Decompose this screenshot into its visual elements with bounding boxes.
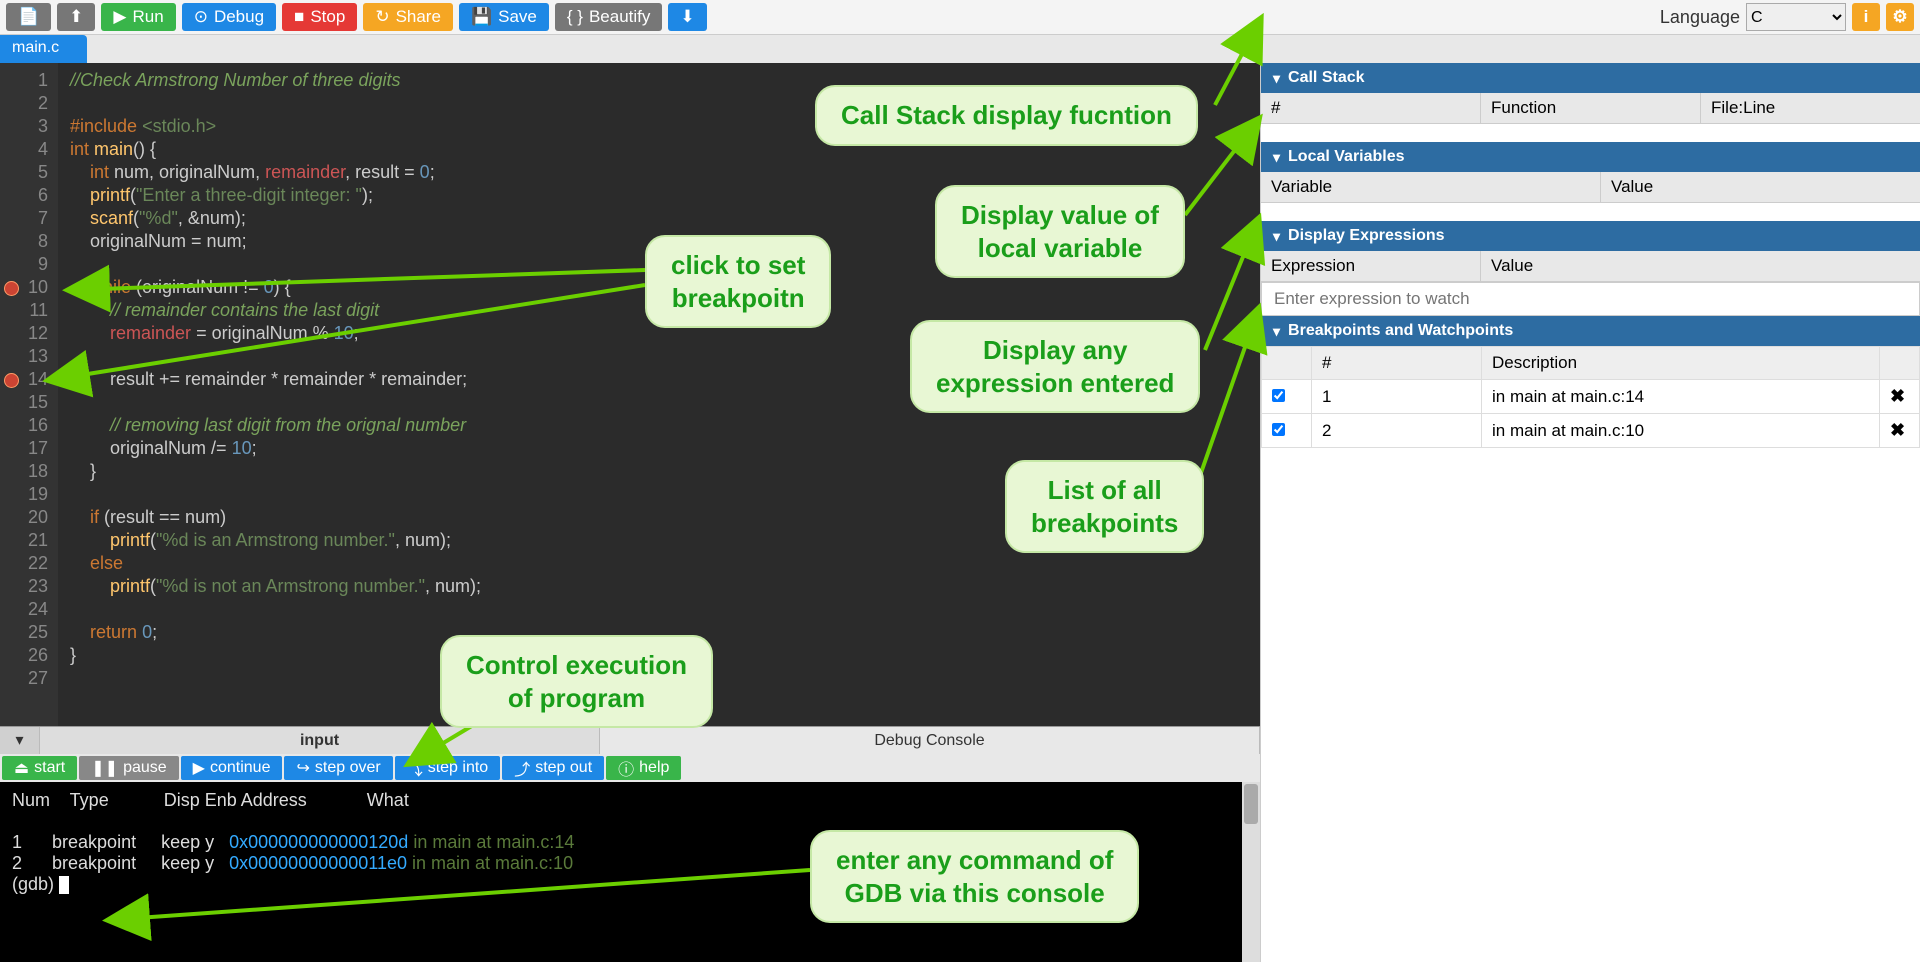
download-button[interactable]: ⬇ <box>668 3 706 31</box>
displayexpr-columns: Expression Value <box>1261 251 1920 282</box>
upload-icon: ⬆ <box>69 7 83 27</box>
editor-code[interactable]: //Check Armstrong Number of three digits… <box>58 63 493 726</box>
debug-button[interactable]: ⊙Debug <box>182 3 276 31</box>
input-tab[interactable]: input <box>40 727 600 754</box>
line-number[interactable]: 15 <box>6 391 48 414</box>
line-number[interactable]: 12 <box>6 322 48 345</box>
start-button[interactable]: ⏏start <box>2 756 77 780</box>
eject-icon: ⏏ <box>14 758 29 778</box>
bp-num: 1 <box>1312 380 1482 414</box>
share-icon: ↻ <box>375 7 389 27</box>
bug-icon: ⊙ <box>194 7 208 27</box>
line-number[interactable]: 16 <box>6 414 48 437</box>
line-number[interactable]: 18 <box>6 460 48 483</box>
gdb-console[interactable]: Num Type Disp Enb Address What 1 breakpo… <box>0 782 1260 962</box>
save-button[interactable]: 💾Save <box>459 3 549 31</box>
download-icon: ⬇ <box>680 7 694 27</box>
line-number[interactable]: 8 <box>6 230 48 253</box>
bp-checkbox[interactable] <box>1272 423 1285 436</box>
bp-checkbox[interactable] <box>1272 389 1285 402</box>
debug-toolbar: ⏏start ❚❚pause ▶continue ↪step over ⤵ste… <box>0 754 1260 782</box>
debug-console-tab[interactable]: Debug Console <box>600 727 1260 754</box>
gear-icon: ⚙ <box>1892 7 1907 27</box>
line-number[interactable]: 22 <box>6 552 48 575</box>
breakpoints-header[interactable]: Breakpoints and Watchpoints <box>1261 316 1920 346</box>
step-out-button[interactable]: ⤴step out <box>502 756 604 780</box>
breakpoints-table: # Description 1in main at main.c:14✖2in … <box>1261 346 1920 448</box>
step-into-button[interactable]: ⤵step into <box>395 756 501 780</box>
top-toolbar: 📄 ⬆ ▶Run ⊙Debug ■Stop ↻Share 💾Save { }Be… <box>0 0 1920 35</box>
step-out-icon: ⤴ <box>514 756 530 780</box>
step-into-icon: ⤵ <box>407 756 423 780</box>
line-number[interactable]: 2 <box>6 92 48 115</box>
line-number[interactable]: 21 <box>6 529 48 552</box>
console-scrollbar[interactable] <box>1242 782 1260 962</box>
pause-button[interactable]: ❚❚pause <box>79 756 178 780</box>
bp-desc: in main at main.c:10 <box>1482 414 1880 448</box>
editor-gutter[interactable]: 1234567891011121314151617181920212223242… <box>0 63 58 726</box>
bp-num: 2 <box>1312 414 1482 448</box>
line-number[interactable]: 27 <box>6 667 48 690</box>
bp-delete[interactable]: ✖ <box>1890 420 1905 440</box>
expression-input[interactable] <box>1261 282 1920 316</box>
run-button[interactable]: ▶Run <box>101 3 175 31</box>
line-number[interactable]: 3 <box>6 115 48 138</box>
new-file-button[interactable]: 📄 <box>6 3 51 31</box>
info-button[interactable]: i <box>1852 3 1880 31</box>
help-button[interactable]: ⓘhelp <box>606 756 681 780</box>
language-label: Language <box>1660 7 1740 28</box>
callstack-columns: # Function File:Line <box>1261 93 1920 124</box>
line-number[interactable]: 20 <box>6 506 48 529</box>
info-icon: i <box>1864 7 1869 27</box>
beautify-button[interactable]: { }Beautify <box>555 3 663 31</box>
line-number[interactable]: 1 <box>6 69 48 92</box>
file-icon: 📄 <box>18 7 39 27</box>
localvars-header[interactable]: Local Variables <box>1261 142 1920 172</box>
pause-icon: ❚❚ <box>91 758 118 778</box>
bp-desc: in main at main.c:14 <box>1482 380 1880 414</box>
line-number[interactable]: 24 <box>6 598 48 621</box>
displayexpr-header[interactable]: Display Expressions <box>1261 221 1920 251</box>
console-dropdown[interactable]: ▾ <box>0 727 40 754</box>
line-number[interactable]: 10 <box>6 276 48 299</box>
console-tabs: ▾ input Debug Console <box>0 726 1260 754</box>
file-tab-main[interactable]: main.c <box>0 35 87 63</box>
upload-button[interactable]: ⬆ <box>57 3 95 31</box>
line-number[interactable]: 6 <box>6 184 48 207</box>
bp-delete[interactable]: ✖ <box>1890 386 1905 406</box>
step-over-icon: ↪ <box>296 758 309 778</box>
debug-panels: Call Stack # Function File:Line Local Va… <box>1260 63 1920 962</box>
info-icon: ⓘ <box>618 756 634 780</box>
stop-icon: ■ <box>294 7 304 27</box>
language-select[interactable]: C <box>1746 3 1846 31</box>
line-number[interactable]: 25 <box>6 621 48 644</box>
line-number[interactable]: 26 <box>6 644 48 667</box>
breakpoint-row: 1in main at main.c:14 ✖ <box>1262 380 1920 414</box>
settings-button[interactable]: ⚙ <box>1886 3 1914 31</box>
braces-icon: { } <box>567 7 583 27</box>
line-number[interactable]: 4 <box>6 138 48 161</box>
line-number[interactable]: 11 <box>6 299 48 322</box>
play-icon: ▶ <box>113 7 126 27</box>
line-number[interactable]: 9 <box>6 253 48 276</box>
file-tabs: main.c <box>0 35 1920 63</box>
line-number[interactable]: 5 <box>6 161 48 184</box>
line-number[interactable]: 17 <box>6 437 48 460</box>
save-icon: 💾 <box>471 7 492 27</box>
line-number[interactable]: 13 <box>6 345 48 368</box>
breakpoint-row: 2in main at main.c:10 ✖ <box>1262 414 1920 448</box>
stop-button[interactable]: ■Stop <box>282 3 357 31</box>
line-number[interactable]: 14 <box>6 368 48 391</box>
continue-button[interactable]: ▶continue <box>181 756 283 780</box>
line-number[interactable]: 7 <box>6 207 48 230</box>
play-icon: ▶ <box>193 758 205 778</box>
step-over-button[interactable]: ↪step over <box>284 756 392 780</box>
line-number[interactable]: 23 <box>6 575 48 598</box>
line-number[interactable]: 19 <box>6 483 48 506</box>
callstack-header[interactable]: Call Stack <box>1261 63 1920 93</box>
code-editor[interactable]: 1234567891011121314151617181920212223242… <box>0 63 1260 726</box>
localvars-columns: Variable Value <box>1261 172 1920 203</box>
share-button[interactable]: ↻Share <box>363 3 453 31</box>
